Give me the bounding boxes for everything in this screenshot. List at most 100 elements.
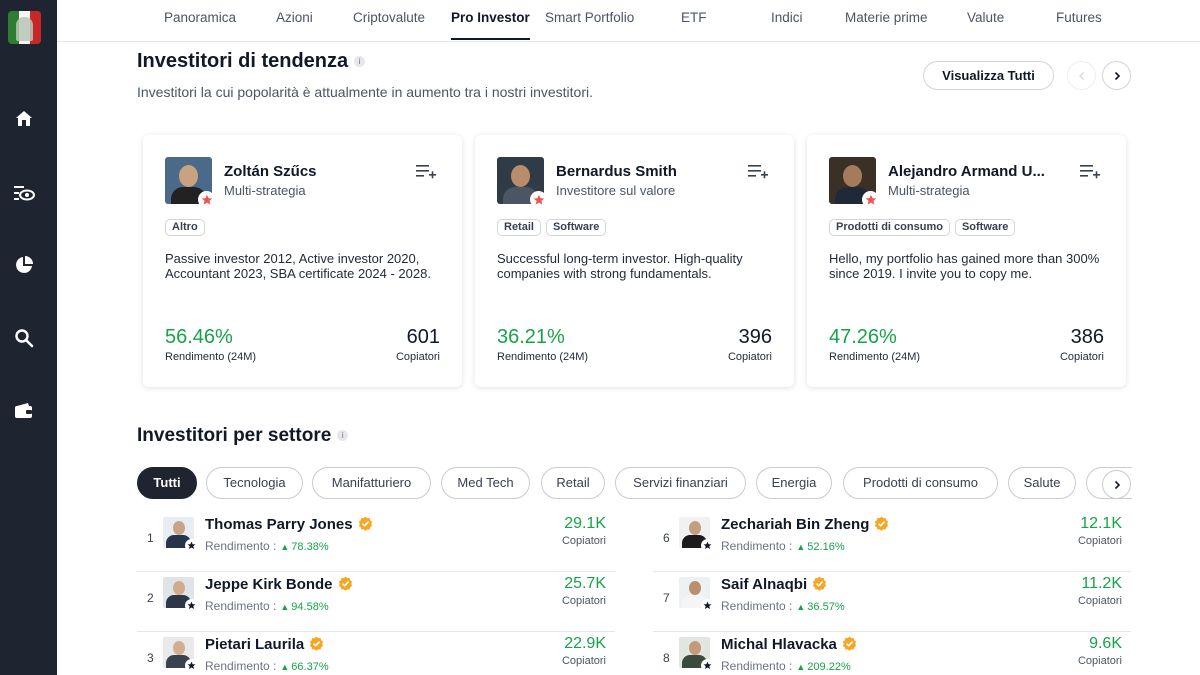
chip-salute[interactable]: Salute xyxy=(1008,467,1076,499)
tag: Software xyxy=(545,219,607,236)
tag-list: Altro xyxy=(165,219,205,236)
chip-med-tech[interactable]: Med Tech xyxy=(441,467,530,499)
chevron-right-icon xyxy=(1114,480,1120,489)
chip-servizi-finanziari[interactable]: Servizi finanziari xyxy=(615,467,746,499)
investor-name[interactable]: Zechariah Bin Zheng xyxy=(721,516,869,533)
rank-number: 1 xyxy=(147,531,154,545)
copiers-label: Copiatori xyxy=(727,351,772,363)
search-icon[interactable] xyxy=(12,326,36,350)
investor-card[interactable]: Zoltán Szűcs Multi-strategia Altro Passi… xyxy=(143,135,462,387)
investor-name[interactable]: Alejandro Armand U... xyxy=(888,163,1045,180)
tab-pro-investor[interactable]: Pro Investor xyxy=(451,0,530,42)
tab-valute[interactable]: Valute xyxy=(967,0,1004,42)
chip-tecnologia[interactable]: Tecnologia xyxy=(206,467,303,499)
investor-name[interactable]: Zoltán Szűcs xyxy=(224,163,317,180)
return-label: Rendimento : xyxy=(205,599,277,613)
copiers-count: 9.6K xyxy=(1089,635,1122,652)
investor-name-line[interactable]: Zechariah Bin Zheng xyxy=(721,516,889,535)
tab-etf[interactable]: ETF xyxy=(681,0,707,42)
return-line: Rendimento : ▲ 36.57% xyxy=(721,599,845,613)
return-label: Rendimento (24M) xyxy=(165,351,257,363)
copiers-label: Copiatori xyxy=(561,595,606,607)
tab-panoramica[interactable]: Panoramica xyxy=(164,0,236,42)
verified-icon xyxy=(812,576,827,595)
investor-row[interactable]: 7 Saif Alnaqbi Rendimento : ▲ 36.57% 11.2K Cop… xyxy=(653,573,1131,632)
investor-style: Multi-strategia xyxy=(224,183,306,198)
watchlist-icon[interactable] xyxy=(12,181,36,205)
prev-arrow-button[interactable] xyxy=(1067,61,1096,90)
tab-criptovalute[interactable]: Criptovalute xyxy=(353,0,425,42)
home-icon[interactable] xyxy=(12,107,36,131)
star-icon xyxy=(185,539,198,552)
chip-tutti[interactable]: Tutti xyxy=(137,467,197,499)
investor-style: Multi-strategia xyxy=(888,183,970,198)
info-icon[interactable]: i xyxy=(337,430,349,442)
chevron-right-icon xyxy=(1114,71,1120,80)
rank-number: 8 xyxy=(663,651,670,665)
investor-name-line[interactable]: Saif Alnaqbi xyxy=(721,576,827,595)
tab-futures[interactable]: Futures xyxy=(1056,0,1102,42)
copiers-label: Copiatori xyxy=(395,351,440,363)
sectors-title: Investitori per settore i xyxy=(137,425,349,447)
return-value: 66.37% xyxy=(291,661,329,673)
investor-row[interactable]: 6 Zechariah Bin Zheng Rendimento : ▲ 52.16% 1… xyxy=(653,513,1131,572)
tab-smart-portfolio[interactable]: Smart Portfolio xyxy=(545,0,634,42)
arrow-up-icon: ▲ xyxy=(796,542,806,552)
brand-logo[interactable] xyxy=(8,11,41,44)
return-label: Rendimento : xyxy=(205,659,277,673)
investor-name[interactable]: Jeppe Kirk Bonde xyxy=(205,576,333,593)
tag-list: Prodotti di consumo Software xyxy=(829,219,1016,236)
top-nav: Panoramica Azioni Criptovalute Pro Inves… xyxy=(57,0,1200,42)
chip-prodotti-di-consumo[interactable]: Prodotti di consumo xyxy=(843,467,998,499)
investor-row[interactable]: 1 Thomas Parry Jones Rendimento : ▲ 78.38% 29… xyxy=(137,513,615,572)
investor-description: Successful long-term investor. High-qual… xyxy=(497,251,743,281)
sidebar xyxy=(0,0,57,675)
chip-retail[interactable]: Retail xyxy=(541,467,605,499)
tab-azioni[interactable]: Azioni xyxy=(276,0,313,42)
add-to-list-icon[interactable] xyxy=(1080,163,1100,179)
investor-name[interactable]: Thomas Parry Jones xyxy=(205,516,353,533)
investor-name[interactable]: Michal Hlavacka xyxy=(721,636,837,653)
chip-energia[interactable]: Energia xyxy=(756,467,832,499)
wallet-icon[interactable] xyxy=(12,399,36,423)
return-label: Rendimento : xyxy=(721,659,793,673)
investor-name-line[interactable]: Thomas Parry Jones xyxy=(205,516,373,535)
trending-subtitle: Investitori la cui popolarità è attualme… xyxy=(137,84,594,100)
investor-style: Investitore sul valore xyxy=(556,183,676,198)
investor-row[interactable]: 2 Jeppe Kirk Bonde Rendimento : ▲ 94.58% 25.7… xyxy=(137,573,615,632)
investor-name[interactable]: Saif Alnaqbi xyxy=(721,576,807,593)
chips-next-button[interactable] xyxy=(1102,470,1131,499)
investor-name[interactable]: Bernardus Smith xyxy=(556,163,677,180)
chevron-left-icon xyxy=(1078,71,1084,80)
investor-card[interactable]: Alejandro Armand U... Multi-strategia Pr… xyxy=(807,135,1126,387)
tab-indici[interactable]: Indici xyxy=(771,0,803,42)
investor-name-line[interactable]: Pietari Laurila xyxy=(205,636,324,655)
info-icon[interactable]: i xyxy=(354,56,366,68)
investor-row[interactable]: 3 Pietari Laurila Rendimento : ▲ 66.37% 22.9K… xyxy=(137,633,615,675)
investor-row[interactable]: 8 Michal Hlavacka Rendimento : ▲ 209.22% 9.6K… xyxy=(653,633,1131,675)
tag: Software xyxy=(954,219,1016,236)
copiers-count: 22.9K xyxy=(564,635,606,652)
star-icon xyxy=(701,539,714,552)
copiers-label: Copiatori xyxy=(561,655,606,667)
star-icon xyxy=(185,599,198,612)
return-line: Rendimento : ▲ 52.16% xyxy=(721,539,845,553)
rank-number: 7 xyxy=(663,591,670,605)
portfolio-pie-icon[interactable] xyxy=(12,253,36,277)
arrow-up-icon: ▲ xyxy=(280,542,290,552)
add-to-list-icon[interactable] xyxy=(748,163,768,179)
tab-materie-prime[interactable]: Materie prime xyxy=(845,0,928,42)
arrow-up-icon: ▲ xyxy=(280,602,290,612)
next-arrow-button[interactable] xyxy=(1102,61,1131,90)
investor-card[interactable]: Bernardus Smith Investitore sul valore R… xyxy=(475,135,794,387)
rank-number: 2 xyxy=(147,591,154,605)
view-all-button[interactable]: Visualizza Tutti xyxy=(923,61,1054,90)
copiers-label: Copiatori xyxy=(1077,535,1122,547)
add-to-list-icon[interactable] xyxy=(416,163,436,179)
investor-name-line[interactable]: Michal Hlavacka xyxy=(721,636,857,655)
return-value: 36.57% xyxy=(807,601,845,613)
star-icon xyxy=(185,659,198,672)
investor-name[interactable]: Pietari Laurila xyxy=(205,636,304,653)
chip-manifatturiero[interactable]: Manifatturiero xyxy=(312,467,431,499)
investor-name-line[interactable]: Jeppe Kirk Bonde xyxy=(205,576,353,595)
